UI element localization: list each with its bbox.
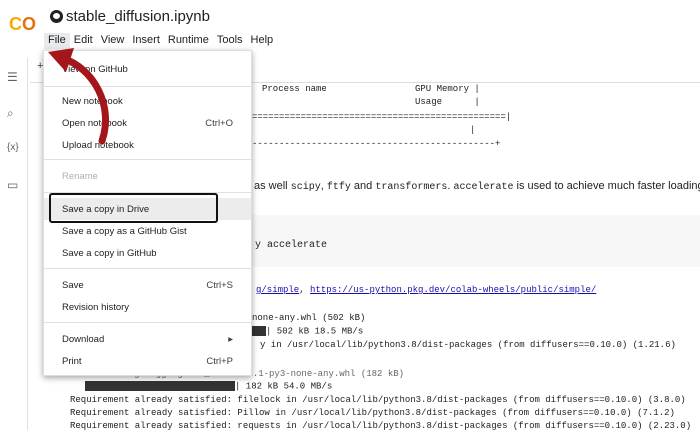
menu-icon[interactable]: ☰ xyxy=(7,70,18,84)
output-col-gpu-usage: Usage | xyxy=(415,97,480,107)
menu-divider xyxy=(44,159,251,160)
pip-output-line: Requirement already satisfied: Pillow in… xyxy=(70,408,675,418)
folder-icon[interactable]: ▭ xyxy=(7,178,18,192)
link-separator: , xyxy=(299,285,305,295)
search-icon[interactable]: ⌕ xyxy=(7,106,14,121)
progress-bar xyxy=(85,381,235,391)
menu-item-label: Save a copy as a GitHub Gist xyxy=(62,225,187,237)
menu-item-save-copy-github[interactable]: Save a copy in GitHub xyxy=(44,242,251,264)
output-col-process: Process name xyxy=(262,84,327,94)
index-link[interactable]: g/simple xyxy=(256,285,299,295)
pip-output-line: Requirement already satisfied: requests … xyxy=(70,421,692,430)
output-pipe: | xyxy=(470,125,476,135)
svg-text:C: C xyxy=(9,14,22,34)
text-part: . xyxy=(447,180,451,192)
pip-output-line: | 502 kB 18.5 MB/s xyxy=(252,326,363,337)
inline-code: accelerate xyxy=(453,182,514,193)
menu-item-label: Save a copy in GitHub xyxy=(62,247,157,259)
text-part: is used to achieve much faster loading. xyxy=(516,180,700,192)
notebook-title[interactable]: stable_diffusion.ipynb xyxy=(66,8,210,25)
menu-item-label: Download xyxy=(62,333,105,345)
menu-item-print[interactable]: Print Ctrl+P xyxy=(44,350,251,372)
code-line: y accelerate xyxy=(255,240,328,251)
menu-item-shortcut: Ctrl+S xyxy=(206,279,233,291)
inline-code: scipy xyxy=(290,182,321,193)
menu-help[interactable]: Help xyxy=(247,33,278,49)
pip-output-line: y in /usr/local/lib/python3.8/dist-packa… xyxy=(260,340,676,350)
output-rule: ========================================… xyxy=(252,112,512,122)
menu-item-label: Rename xyxy=(62,170,98,182)
pip-output-line: none-any.whl (502 kB) xyxy=(252,313,366,323)
menu-item-shortcut: Ctrl+P xyxy=(206,355,233,367)
text-part: and xyxy=(353,180,373,192)
svg-text:O: O xyxy=(22,14,36,34)
menu-item-save-copy-gist[interactable]: Save a copy as a GitHub Gist xyxy=(44,220,251,242)
text-part: as well xyxy=(254,180,288,192)
menu-insert[interactable]: Insert xyxy=(128,33,164,49)
text-part: , xyxy=(320,180,324,192)
pip-output-line: Requirement already satisfied: filelock … xyxy=(70,395,686,405)
menu-item-label: Save xyxy=(62,279,84,291)
menu-tools[interactable]: Tools xyxy=(213,33,247,49)
progress-bar xyxy=(252,326,266,336)
left-rail: ☰ ⌕ {x} ▭ xyxy=(0,58,28,430)
wheels-link[interactable]: https://us-python.pkg.dev/colab-wheels/p… xyxy=(310,285,596,295)
menu-item-download[interactable]: Download ▸ xyxy=(44,328,251,350)
menu-item-save[interactable]: Save Ctrl+S xyxy=(44,274,251,296)
variables-icon[interactable]: {x} xyxy=(7,142,19,153)
menu-divider xyxy=(44,322,251,323)
menu-divider xyxy=(44,268,251,269)
pip-progress-text: | 182 kB 54.0 MB/s xyxy=(235,381,333,392)
menu-runtime[interactable]: Runtime xyxy=(164,33,213,49)
pip-progress-text: | 502 kB 18.5 MB/s xyxy=(266,326,364,337)
menu-item-label: Revision history xyxy=(62,301,130,313)
inline-code: ftfy xyxy=(326,182,351,193)
curved-arrow-annotation xyxy=(48,48,109,145)
colab-logo[interactable]: C O xyxy=(9,14,39,34)
highlight-box xyxy=(49,193,218,223)
menu-item-rename: Rename xyxy=(44,165,251,187)
pip-output-links: g/simple, https://us-python.pkg.dev/cola… xyxy=(256,285,596,296)
github-icon xyxy=(50,10,63,23)
output-bottom-rule: ----------------------------------------… xyxy=(252,139,501,149)
menu-item-label: Print xyxy=(62,355,82,367)
pip-output-line: | 182 kB 54.0 MB/s xyxy=(85,381,332,392)
output-col-gpu: GPU Memory | xyxy=(415,84,480,94)
menu-item-shortcut: Ctrl+O xyxy=(205,117,233,129)
menu-item-revision-history[interactable]: Revision history xyxy=(44,296,251,318)
submenu-arrow-icon: ▸ xyxy=(228,333,233,345)
text-cell: as well scipy, ftfy and transformers. ac… xyxy=(254,180,700,193)
inline-code: transformers xyxy=(375,182,448,193)
